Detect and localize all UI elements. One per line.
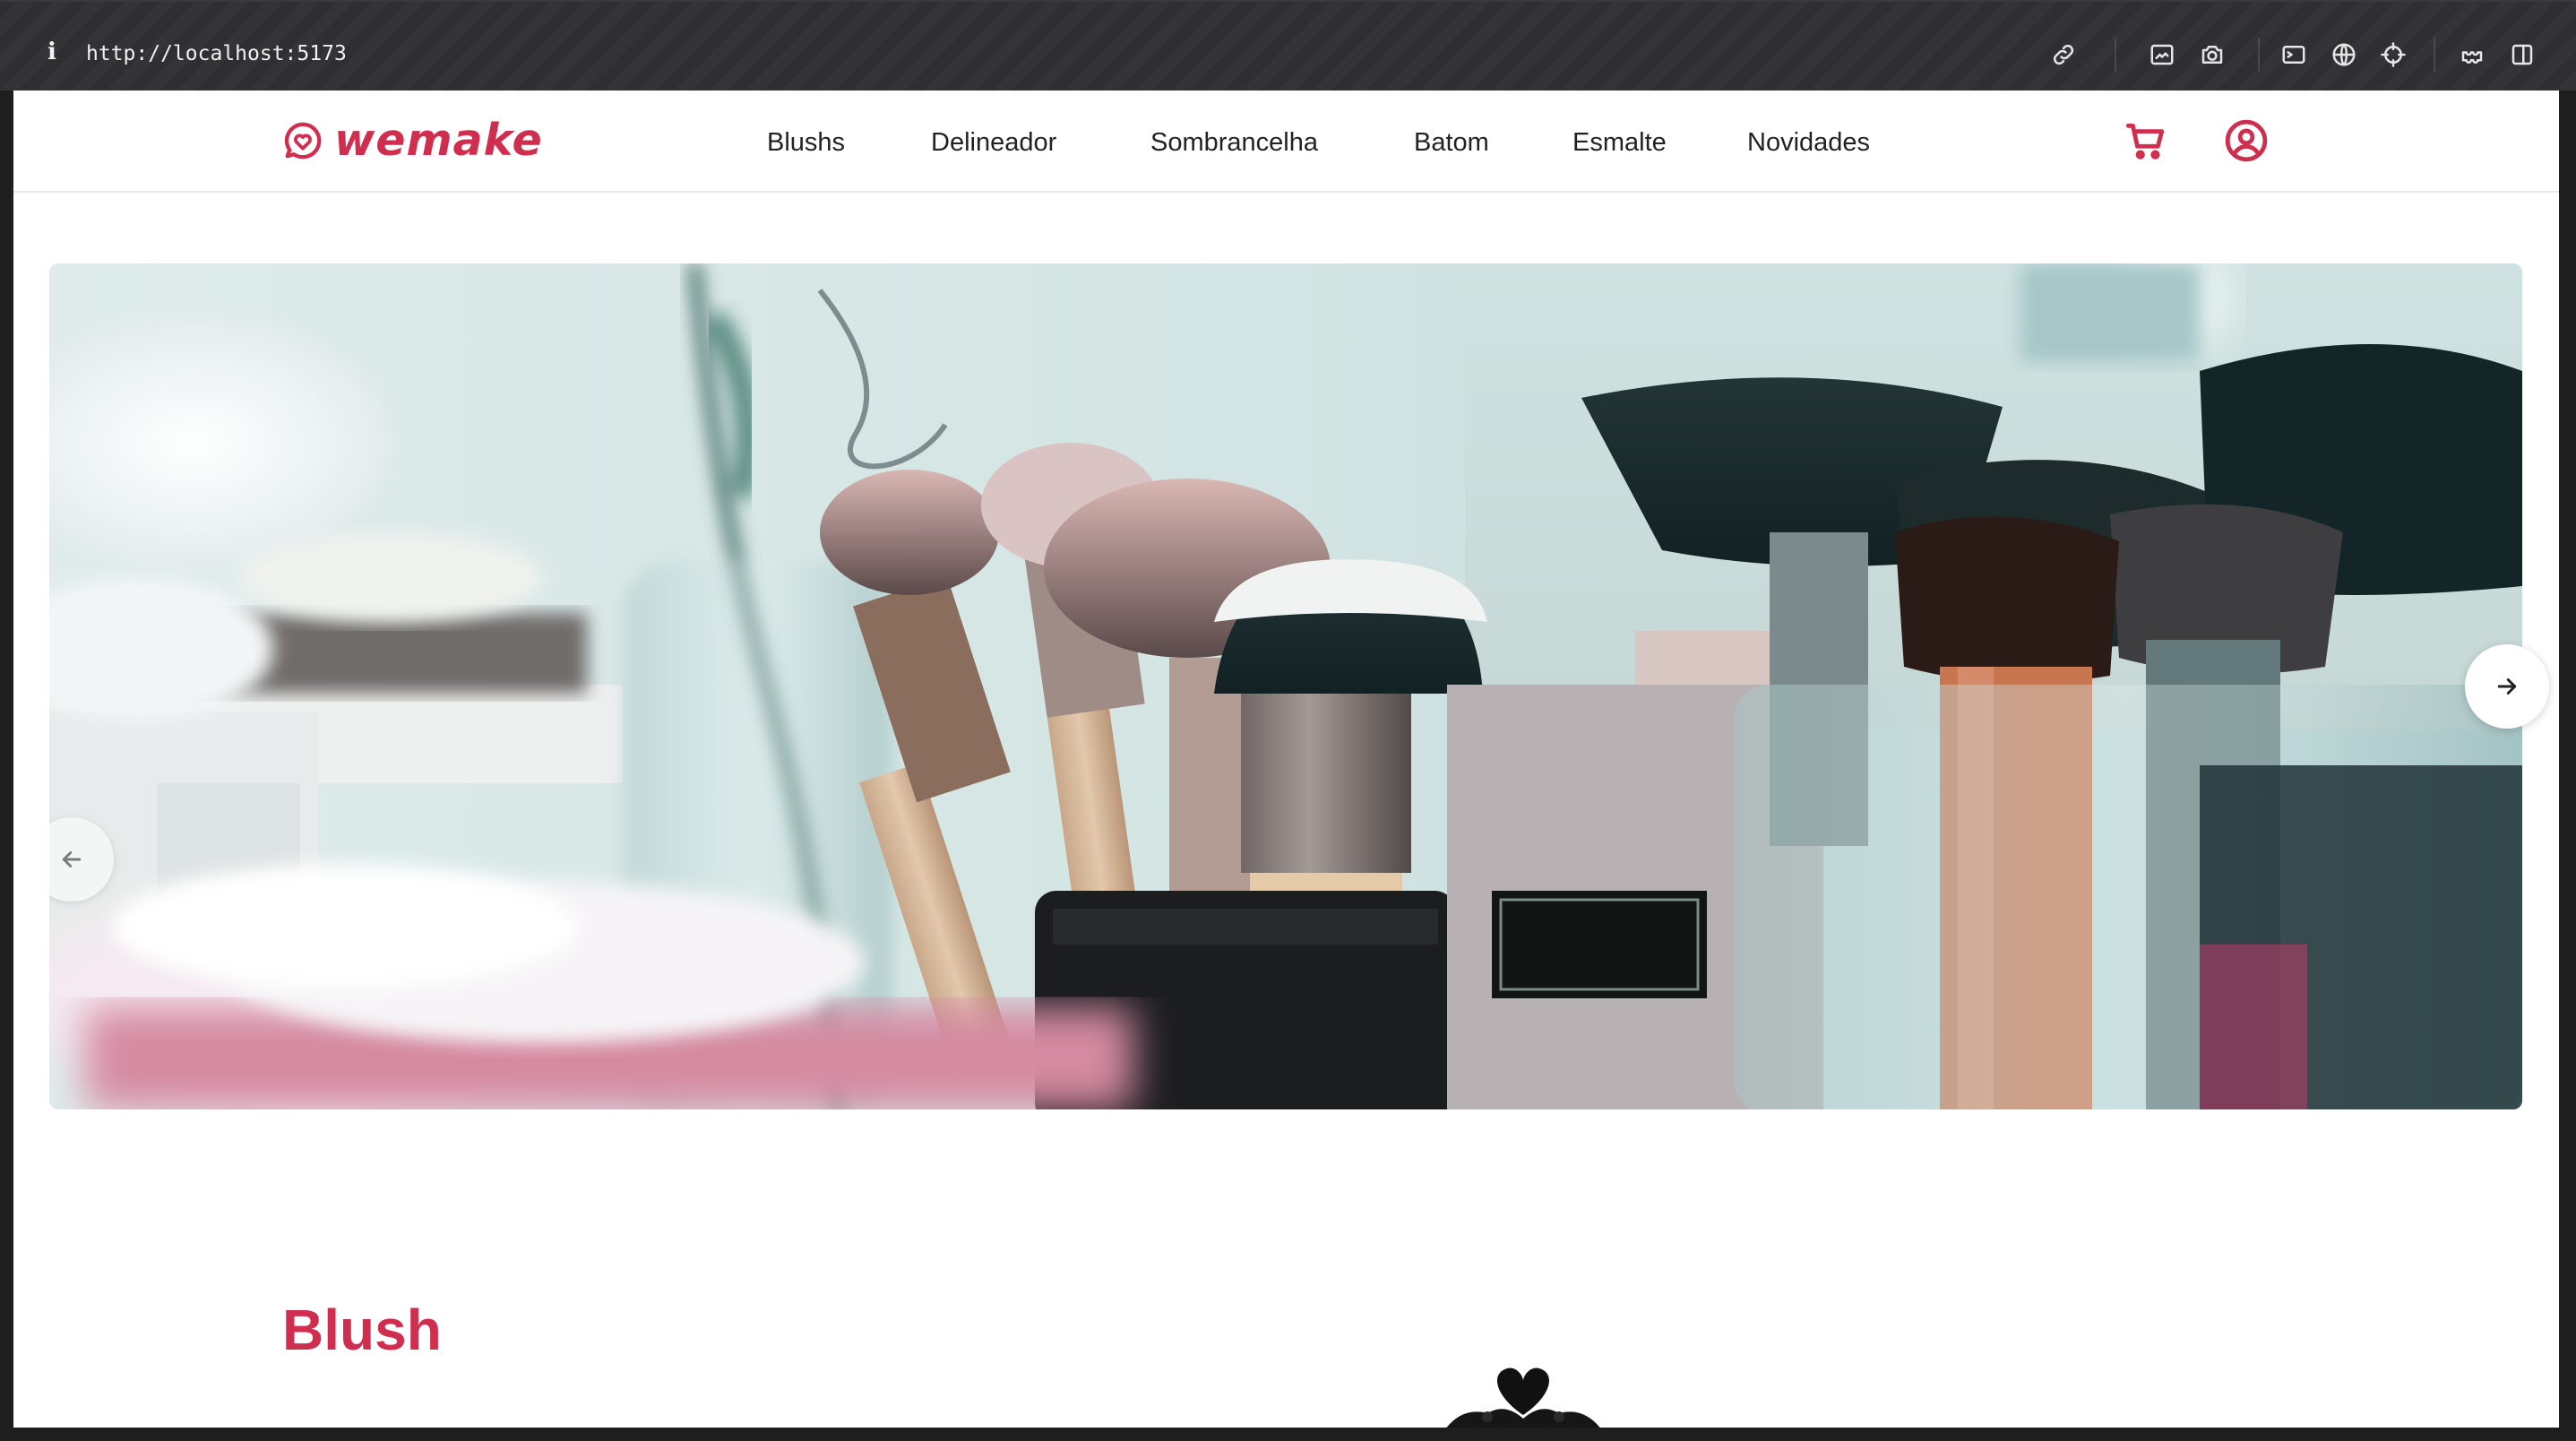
arrow-left-icon [62, 851, 82, 867]
cart-button[interactable] [2121, 116, 2171, 166]
nav-item-blushs[interactable]: Blushs [767, 123, 845, 162]
address-bar-url[interactable]: http://localhost:5173 [86, 41, 347, 66]
toolbar-divider [2434, 38, 2435, 72]
chat-heart-icon [284, 122, 322, 160]
crosshair-icon[interactable] [2378, 39, 2408, 70]
product-image-peek[interactable] [1425, 1361, 1622, 1428]
browser-toolbar: i http://localhost:5173 [0, 0, 2576, 91]
sidebar-icon[interactable] [2507, 39, 2537, 70]
link-icon[interactable] [2048, 39, 2079, 70]
toolbar-divider [2115, 38, 2116, 72]
nav-item-delineador[interactable]: Delineador [931, 123, 1056, 162]
user-icon [2225, 119, 2268, 162]
account-button[interactable] [2221, 116, 2271, 166]
toolbar-divider [2258, 38, 2260, 72]
terminal-icon[interactable] [2279, 39, 2309, 70]
web-page: wemake Blushs Delineador Sombrancelha Ba… [13, 91, 2559, 1428]
nav-item-sombrancelha[interactable]: Sombrancelha [1150, 123, 1318, 162]
logo-link[interactable]: wemake [282, 116, 543, 166]
globe-icon[interactable] [2329, 39, 2359, 70]
screenshot-area-icon[interactable] [2147, 39, 2177, 70]
section-title-blush: Blush [282, 1298, 442, 1363]
nav-item-novidades[interactable]: Novidades [1747, 123, 1870, 162]
arrow-right-icon [2497, 678, 2517, 695]
site-info-icon[interactable]: i [41, 40, 63, 64]
cart-icon [2125, 123, 2165, 160]
carousel-slide-image [49, 263, 2522, 1109]
carousel-next-button[interactable] [2465, 644, 2549, 729]
camera-icon[interactable] [2197, 39, 2227, 70]
hero-carousel[interactable] [49, 263, 2522, 1109]
extensions-icon[interactable] [2457, 39, 2487, 70]
nav-item-batom[interactable]: Batom [1414, 123, 1489, 162]
site-header: wemake Blushs Delineador Sombrancelha Ba… [13, 91, 2559, 193]
logo-text: wemake [334, 115, 543, 166]
nav-item-esmalte[interactable]: Esmalte [1572, 123, 1667, 162]
